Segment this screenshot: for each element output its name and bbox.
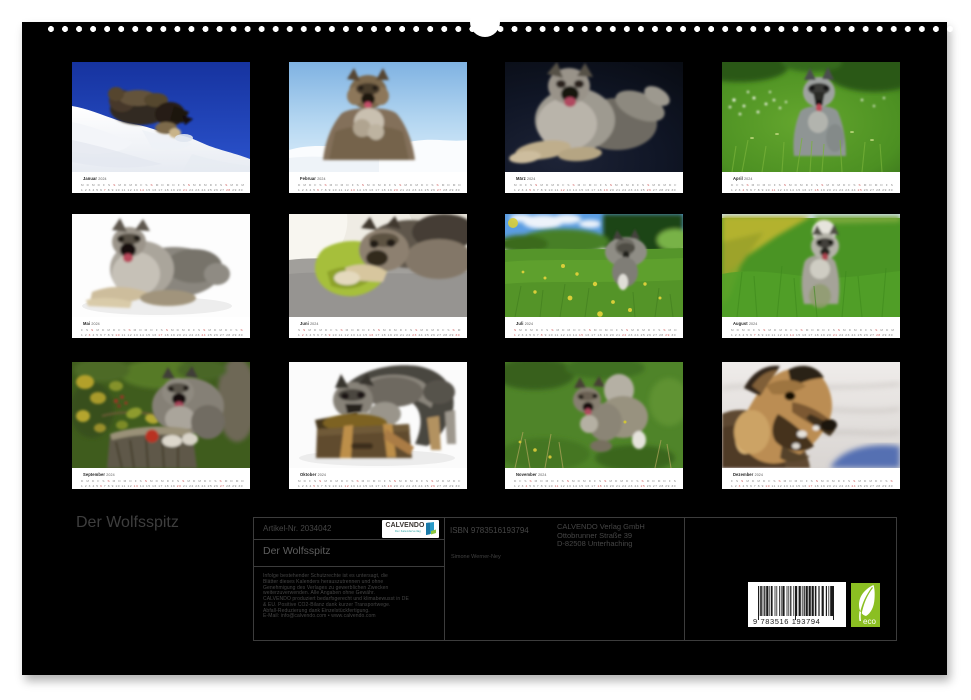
svg-text:eco: eco [863,617,876,626]
